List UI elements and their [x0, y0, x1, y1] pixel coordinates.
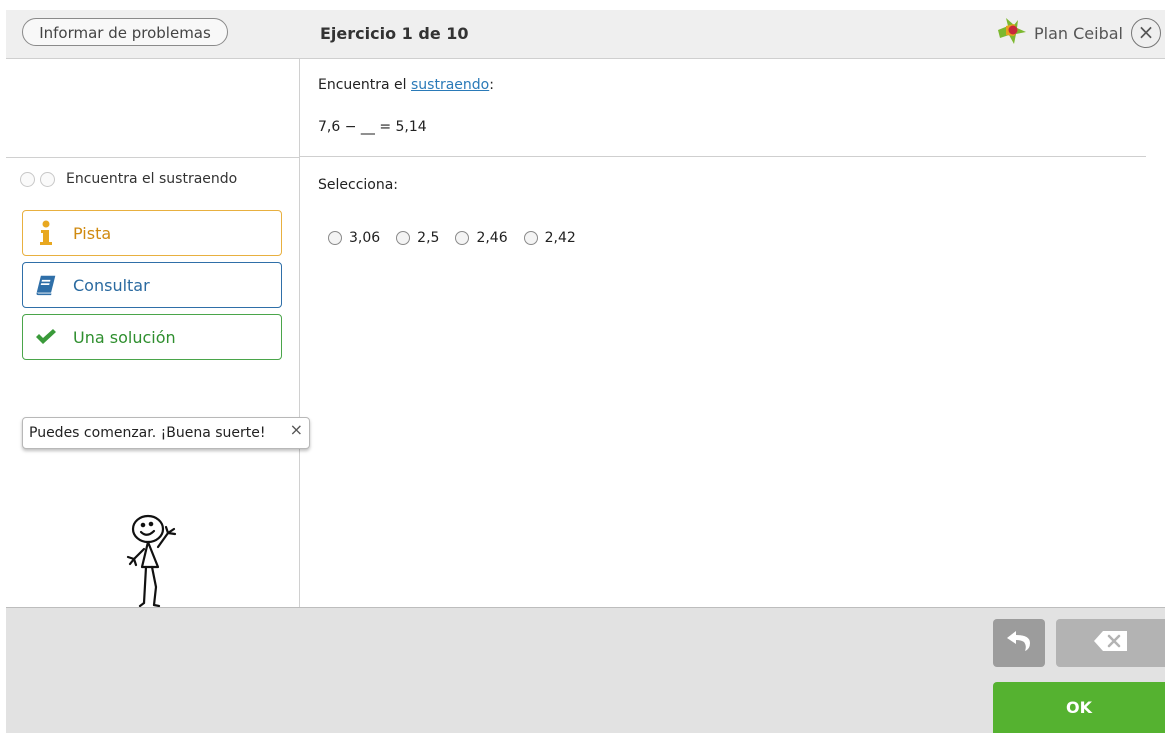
- glossary-link[interactable]: sustraendo: [411, 77, 489, 93]
- answer-option[interactable]: 2,5: [396, 230, 439, 246]
- plan-ceibal-logo-icon: [994, 16, 1028, 50]
- radio-button[interactable]: [328, 231, 342, 245]
- top-bar: Informar de problemas Ejercicio 1 de 10 …: [6, 10, 1165, 59]
- mascot-illustration: [114, 507, 184, 611]
- brand-logo: Plan Ceibal: [994, 18, 1123, 48]
- brand-label: Plan Ceibal: [1034, 23, 1123, 43]
- answer-options: 3,06 2,5 2,46 2,42: [328, 230, 592, 246]
- answer-option-label: 2,5: [417, 230, 440, 246]
- progress-label: Encuentra el sustraendo: [66, 171, 238, 187]
- hint-label: Pista: [73, 223, 112, 243]
- undo-button[interactable]: [993, 619, 1045, 667]
- ok-button[interactable]: OK: [993, 682, 1165, 733]
- question-instruction: Encuentra el sustraendo:: [318, 77, 494, 93]
- backspace-icon: [1093, 630, 1129, 656]
- solution-label: Una solución: [73, 327, 176, 347]
- consult-label: Consultar: [73, 275, 150, 295]
- report-problems-button[interactable]: Informar de problemas: [22, 18, 228, 46]
- exercise-window: Informar de problemas Ejercicio 1 de 10 …: [6, 10, 1165, 733]
- progress-indicator: Encuentra el sustraendo: [20, 171, 237, 187]
- check-icon: [35, 324, 57, 350]
- instruction-prefix: Encuentra el: [318, 77, 412, 93]
- answer-option[interactable]: 2,42: [523, 230, 576, 246]
- tooltip-text: Puedes comenzar. ¡Buena suerte!: [29, 425, 266, 441]
- answer-option[interactable]: 2,46: [455, 230, 508, 246]
- equation: 7,6 − __ = 5,14: [318, 119, 427, 135]
- answer-option-label: 2,46: [476, 230, 508, 246]
- footer-bar: OK: [6, 607, 1165, 733]
- answer-option-label: 3,06: [349, 230, 381, 246]
- exercise-content: Encuentra el sustraendo: 7,6 − __ = 5,14…: [300, 59, 1165, 607]
- hint-button[interactable]: Pista: [22, 210, 282, 256]
- progress-dot: [20, 171, 35, 187]
- backspace-button[interactable]: [1056, 619, 1165, 667]
- progress-dot: [40, 171, 55, 187]
- exercise-title: Ejercicio 1 de 10: [320, 24, 469, 43]
- instruction-suffix: :: [489, 77, 494, 93]
- radio-button[interactable]: [455, 231, 470, 245]
- radio-button[interactable]: [523, 231, 538, 245]
- answer-option[interactable]: 3,06: [328, 230, 380, 246]
- undo-icon: [1005, 630, 1033, 656]
- consult-button[interactable]: Consultar: [22, 262, 282, 308]
- tooltip-bubble: Puedes comenzar. ¡Buena suerte! ×: [22, 417, 310, 449]
- solution-button[interactable]: Una solución: [22, 314, 282, 360]
- info-icon: [35, 220, 57, 246]
- sidebar: Encuentra el sustraendo Pista Consultar …: [6, 59, 310, 608]
- select-label: Selecciona:: [318, 177, 399, 193]
- sidebar-divider: [6, 157, 299, 158]
- close-button[interactable]: ×: [1131, 18, 1161, 48]
- book-icon: [35, 272, 57, 298]
- content-divider: [300, 156, 1146, 157]
- answer-option-label: 2,42: [544, 230, 576, 246]
- radio-button[interactable]: [396, 231, 411, 245]
